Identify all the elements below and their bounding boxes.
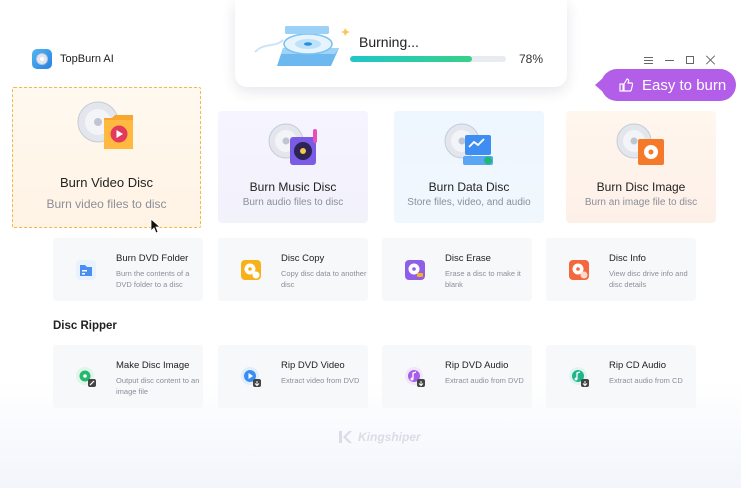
watermark-text: Kingshiper — [358, 430, 421, 444]
disc-burner-icon — [254, 26, 350, 66]
burn-data-disc-subtitle: Store files, video, and audio — [407, 197, 531, 208]
easy-to-burn-button[interactable]: Easy to burn — [595, 69, 736, 101]
burn-progress-bar — [350, 56, 506, 62]
burn-disc-image-subtitle: Burn an image file to disc — [584, 197, 698, 208]
burn-video-disc-title: Burn Video Disc — [60, 175, 153, 190]
burn-data-disc-card[interactable]: Burn Data Disc Store files, video, and a… — [394, 111, 544, 223]
burn-disc-image-title: Burn Disc Image — [596, 180, 686, 194]
burn-progress-percent: 78% — [519, 52, 544, 66]
app-window: TopBurn AI Burning... 78% Easy to burn B… — [0, 0, 741, 488]
rip-cd-audio-card[interactable]: Rip CD Audio Extract audio from CD — [546, 345, 696, 408]
data-disc-icon — [444, 123, 493, 165]
tool-title: Disc Info — [609, 253, 646, 264]
tool-desc: Burn the contents of a DVD folder to a d… — [116, 269, 190, 289]
rip-dvd-audio-icon — [405, 367, 425, 387]
ripper-title: Rip CD Audio — [609, 360, 667, 371]
rip-dvd-audio-card[interactable]: Rip DVD Audio Extract audio from DVD — [382, 345, 532, 408]
tool-desc: Copy disc data to another disc — [281, 269, 367, 289]
make-disc-image-card[interactable]: Make Disc Image Output disc content to a… — [53, 345, 203, 408]
video-disc-icon — [77, 101, 133, 149]
watermark: Kingshiper — [338, 430, 421, 444]
thumbs-up-icon — [619, 78, 633, 92]
tool-desc: View disc drive info and disc details — [609, 269, 688, 289]
app-name: TopBurn AI — [60, 53, 114, 65]
app-logo-icon — [32, 49, 52, 69]
burn-music-disc-card[interactable]: Burn Music Disc Burn audio files to disc — [218, 111, 368, 223]
mouse-cursor-icon — [150, 218, 160, 234]
burn-video-disc-subtitle: Burn video files to disc — [46, 197, 167, 211]
burn-progress-fill — [350, 56, 472, 62]
image-disc-icon — [616, 123, 664, 165]
ripper-desc: Output disc content to an image file — [116, 376, 200, 396]
disc-copy-icon — [241, 260, 261, 280]
burn-music-disc-title: Burn Music Disc — [249, 180, 337, 194]
burn-video-disc-card[interactable]: Burn Video Disc Burn video files to disc — [12, 87, 201, 228]
maximize-icon[interactable] — [683, 54, 697, 66]
tool-desc: Erase a disc to make it blank — [445, 269, 521, 289]
burn-disc-image-card[interactable]: Burn Disc Image Burn an image file to di… — [566, 111, 716, 223]
burning-status-panel: Burning... 78% — [235, 0, 567, 87]
tool-title: Disc Erase — [445, 253, 491, 264]
ripper-title: Make Disc Image — [116, 360, 190, 371]
ripper-title: Rip DVD Audio — [445, 360, 509, 371]
menu-icon[interactable] — [641, 54, 655, 66]
rip-dvd-video-icon — [241, 367, 261, 387]
easy-to-burn-label: Easy to burn — [642, 76, 727, 94]
rip-cd-audio-icon — [569, 367, 589, 387]
burn-music-disc-subtitle: Burn audio files to disc — [242, 197, 344, 208]
disc-info-icon — [569, 260, 589, 280]
burn-dvd-folder-card[interactable]: Burn DVD Folder Burn the contents of a D… — [53, 238, 203, 301]
close-icon[interactable] — [704, 54, 718, 66]
disc-erase-card[interactable]: Disc Erase Erase a disc to make it blank — [382, 238, 532, 301]
tool-title: Disc Copy — [281, 253, 325, 264]
ripper-title: Rip DVD Video — [281, 360, 345, 371]
minimize-icon[interactable] — [662, 54, 676, 66]
make-image-icon — [76, 367, 96, 387]
ripper-desc: Extract audio from CD — [609, 376, 683, 385]
dvd-folder-icon — [76, 260, 96, 280]
disc-erase-icon — [405, 260, 425, 280]
rip-dvd-video-card[interactable]: Rip DVD Video Extract video from DVD — [218, 345, 368, 408]
kingshiper-logo-icon — [339, 431, 352, 443]
burn-data-disc-title: Burn Data Disc — [428, 180, 510, 194]
music-disc-icon — [268, 123, 317, 165]
ripper-desc: Extract video from DVD — [281, 376, 360, 385]
burning-title: Burning... — [359, 34, 419, 50]
disc-copy-card[interactable]: Disc Copy Copy disc data to another disc — [218, 238, 368, 301]
disc-info-card[interactable]: Disc Info View disc drive info and disc … — [546, 238, 696, 301]
tool-title: Burn DVD Folder — [116, 253, 189, 264]
disc-ripper-section-title: Disc Ripper — [53, 320, 117, 332]
ripper-desc: Extract audio from DVD — [445, 376, 524, 385]
